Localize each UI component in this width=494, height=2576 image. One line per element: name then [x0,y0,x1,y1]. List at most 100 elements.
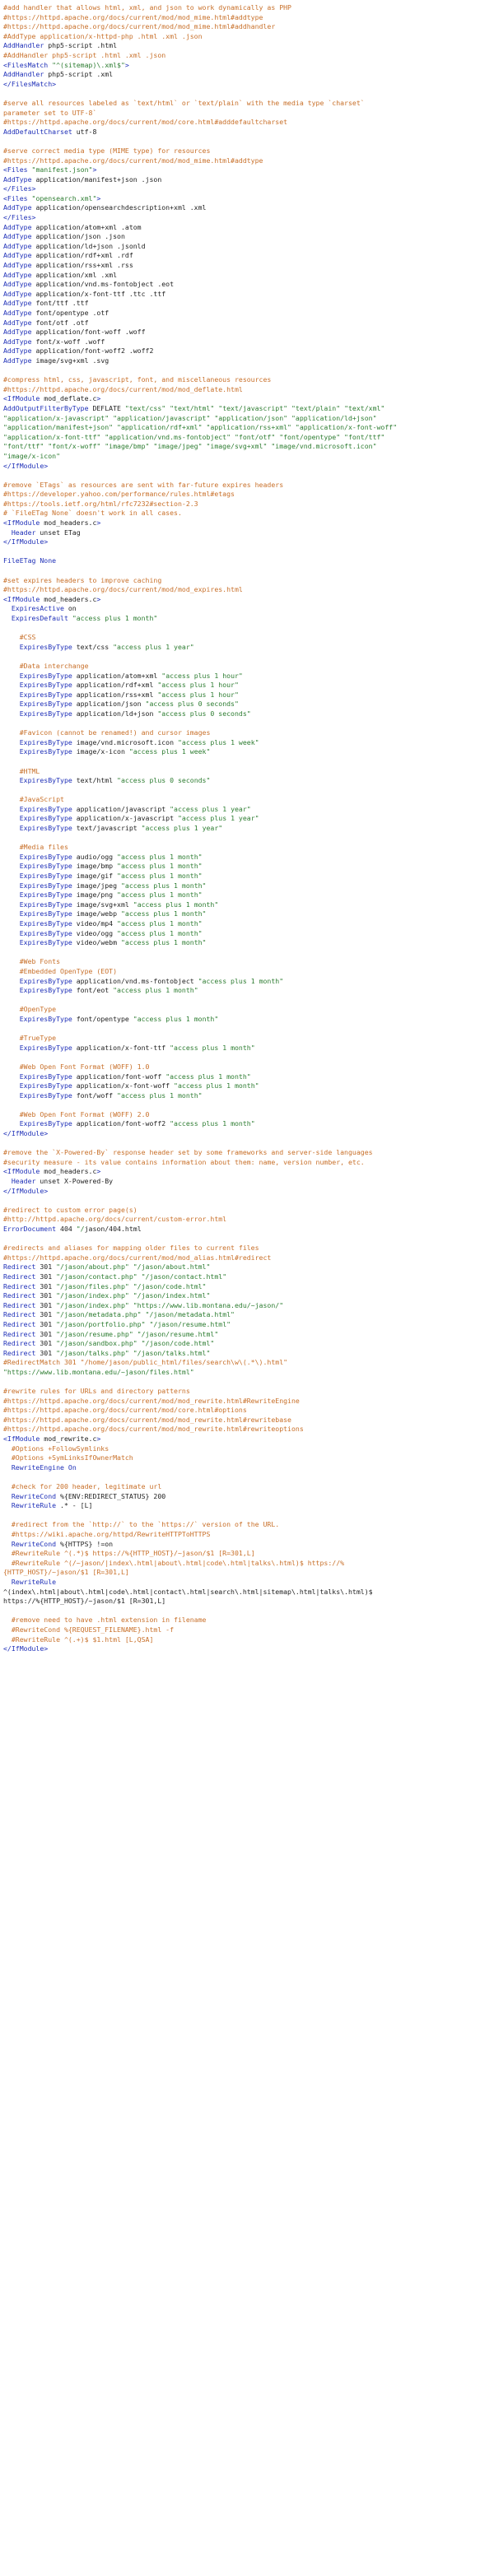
code-line: <Files "opensearch.xml"> [3,194,491,204]
code-line: #AddHandler php5-script .html .xml .json [3,51,491,61]
text-token: application/rss+xml [72,690,158,699]
code-line: #RewriteRule ^(/~jason/|index\.html|abou… [3,1559,491,1569]
comment-token: #remove need to have .html extension in … [11,1616,207,1625]
string-token: "/jason/files.php" "/jason/code.html" [56,1281,207,1290]
code-line: #AddType application/x-httpd-php .html .… [3,32,491,42]
directive-token: AddType [3,174,32,184]
code-line: Redirect 301 "/jason/contact.php" "/jaso… [3,1272,491,1282]
directive-token: ExpiresDefault [11,614,68,622]
code-line: Redirect 301 "/jason/index.php" "/jason/… [3,1291,491,1301]
string-token: "/jason/about.php" "/jason/about.html" [56,1262,211,1272]
directive-token: Redirect [3,1310,36,1319]
code-line: #redirect to custom error page(s) [3,1206,491,1216]
directive-token: ExpiresByType [19,671,72,680]
text-token: application/x-font-woff [72,1081,175,1090]
code-line: <IfModule mod_headers.c> [3,518,491,528]
code-line: AddType application/json .json [3,232,491,242]
text-token: mod_headers.c [40,594,97,603]
text-token: 301 [35,1348,57,1357]
directive-token: ExpiresByType [19,690,72,699]
directive-token: RewriteRule [11,1577,57,1586]
text-token: jason/404.html [84,1225,142,1233]
code-line: #rewrite rules for URLs and directory pa… [3,1387,491,1397]
code-line: AddType application/font-woff .woff [3,328,491,337]
directive-token: AddType [3,356,32,365]
comment-token: #Favicon (cannot be renamed!) and cursor… [19,728,211,737]
text-token: application/x-javascript [72,814,178,823]
text-token: application/xml .xml [31,270,118,279]
string-token: "access plus 1 month" [133,900,219,909]
code-line: ExpiresByType application/font-woff "acc… [3,1072,491,1082]
string-token: "access plus 1 year" [177,814,259,823]
code-line: #check for 200 header, legitimate url [3,1482,491,1492]
code-line: #https://httpd.apache.org/docs/current/m… [3,1416,491,1425]
code-line: AddOutputFilterByType DEFLATE "text/css"… [3,404,491,414]
directive-token: ExpiresByType [19,642,72,651]
directive-token: <IfModule [3,394,40,403]
directive-token: RewriteCond [11,1491,57,1500]
text-token: mod_rewrite.c [40,1434,97,1444]
text-token: 301 [35,1300,57,1309]
string-token: "access plus 1 month" [117,852,203,861]
text-token: application/font-woff .woff [31,328,146,337]
directive-token: ExpiresByType [19,862,72,871]
code-line: ErrorDocument 404 "/jason/404.html [3,1225,491,1235]
comment-token: #http://httpd.apache.org/docs/current/cu… [3,1215,227,1224]
directive-token: Header [11,528,36,537]
code-line: ExpiresByType image/vnd.microsoft.icon "… [3,738,491,748]
code-line: #JavaScript [3,795,491,805]
string-token: "access plus 1 week" [177,737,259,746]
code-line: <IfModule mod_rewrite.c> [3,1434,491,1444]
text-token: image/webp [72,909,121,918]
comment-token: #Options +FollowSymlinks [11,1444,110,1453]
directive-token: <IfModule [3,594,40,603]
code-line: #RedirectMatch 301 "/home/jason/public_h… [3,1358,491,1368]
string-token: "access plus 1 month" [113,986,198,995]
code-line: <Files "manifest.json"> [3,165,491,175]
code-line: ExpiresByType application/x-javascript "… [3,814,491,824]
directive-token: AddType [3,232,32,241]
string-token: "/jason/talks.php" "/jason/talks.html" [56,1348,211,1357]
code-line: RewriteCond %{ENV:REDIRECT_STATUS} 200 [3,1492,491,1502]
code-line: ^(index\.html|about\.html|code\.html|con… [3,1588,491,1597]
comment-token: parameter set to UTF-8` [3,108,97,117]
comment-token: #https://wiki.apache.org/httpd/RewriteHT… [11,1530,211,1538]
string-token: "access plus 0 seconds" [145,700,239,709]
comment-token: #Data interchange [19,661,89,670]
directive-token: RewriteEngine [11,1462,64,1472]
comment-token: #Web Open Font Format (WOFF) 2.0 [19,1109,150,1118]
code-line: #TrueType [3,1034,491,1044]
comment-token: #https://httpd.apache.org/docs/current/m… [3,12,263,21]
directive-token: ExpiresActive [11,604,64,613]
text-token: mod_deflate.c [40,394,97,403]
directive-token: AddOutputFilterByType [3,403,89,412]
string-token: "manifest.json" [31,165,93,174]
directive-token: ExpiresByType [19,890,72,900]
code-line: ExpiresByType image/svg+xml "access plus… [3,900,491,910]
string-token: "access plus 1 month" [120,909,207,918]
text-token: image/x-icon [72,747,129,756]
text-token: application/manifest+json .json [31,174,162,184]
comment-token: {HTTP_HOST}/~jason/$1 [R=301,L] [3,1568,129,1577]
directive-token: <IfModule [3,518,40,528]
directive-token: ExpiresByType [19,1081,72,1090]
string-token: "access plus 1 hour" [157,690,239,699]
code-line: #https://httpd.apache.org/docs/current/m… [3,1406,491,1416]
